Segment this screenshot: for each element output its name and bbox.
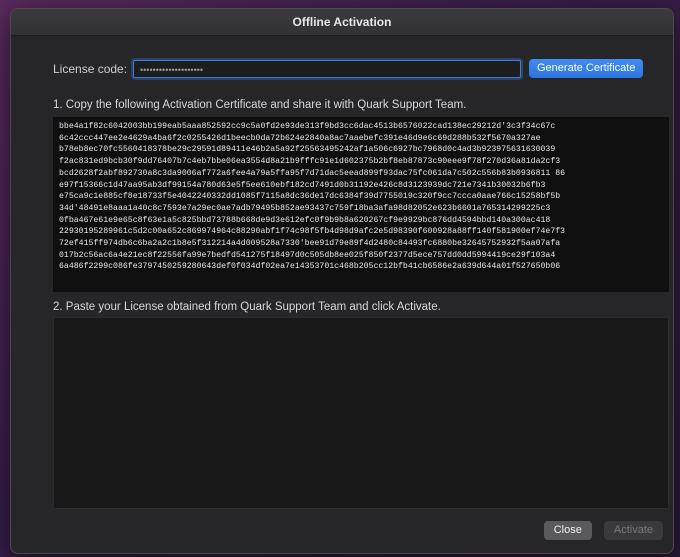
certificate-line: bbe4a1f82c6042003bb199eab5aaa852592cc9c5… [59,122,556,131]
certificate-line: bcd2628f2abf892730a8c3da9006af772a6fee4a… [59,168,566,178]
license-code-label: License code: [53,61,128,76]
step1-instruction: 1. Copy the following Activation Certifi… [53,99,467,111]
certificate-line: 0fba467e61e9e65c8f63e1a5c825bbd73788b668… [59,215,551,225]
certificate-line: 72ef415ff974db6c6ba2a2c1b8e5f312214a4d00… [59,239,561,249]
certificate-line: 34d'48491e8aaa1a40c8c7593e7a29ec0ae7adb7… [59,203,551,213]
license-paste-area[interactable] [53,317,669,509]
step2-instruction: 2. Paste your License obtained from Quar… [53,301,441,313]
dialog-button-row: Close Activate [543,521,663,540]
certificate-line: 017b2c56ac6a4e21ec8f22556fa99e7bedfd5412… [59,250,556,260]
certificate-line: 22930195289961c5d2c00a652c869974964c8829… [59,227,566,237]
license-code-input[interactable]: •••••••••••••••••••• [133,59,521,78]
dialog-title: Offline Activation [292,15,392,29]
dialog-titlebar[interactable]: Offline Activation [11,9,673,36]
certificate-line: f2ac831ed9bcb30f9dd76407b7c4eb7bbe06ea35… [59,157,561,167]
certificate-line: 6a486f2299c086fe3797450259280643def0f034… [59,262,561,272]
generate-certificate-button[interactable]: Generate Certificate [529,59,644,78]
certificate-line: e97f15366c1d47aa95ab3df99154a780d63e5f5e… [59,180,546,190]
certificate-line: b78eb8ec70fc5560418378be29c29591d89411e4… [59,145,556,155]
certificate-line: 6c42ccc447ee2e4629a4ba6f2c0255426d1beecb… [59,133,541,143]
offline-activation-dialog: Offline Activation License code: •••••••… [10,8,674,554]
activation-certificate-text[interactable]: bbe4a1f82c6042003bb199eab5aaa852592cc9c5… [53,117,669,292]
close-button[interactable]: Close [543,521,592,540]
activate-button[interactable]: Activate [603,521,663,540]
certificate-line: e75ca9c1e885cf8e18733f5e4042240332dd1085… [59,192,561,202]
license-row: License code: •••••••••••••••••••• Gener… [53,59,669,78]
